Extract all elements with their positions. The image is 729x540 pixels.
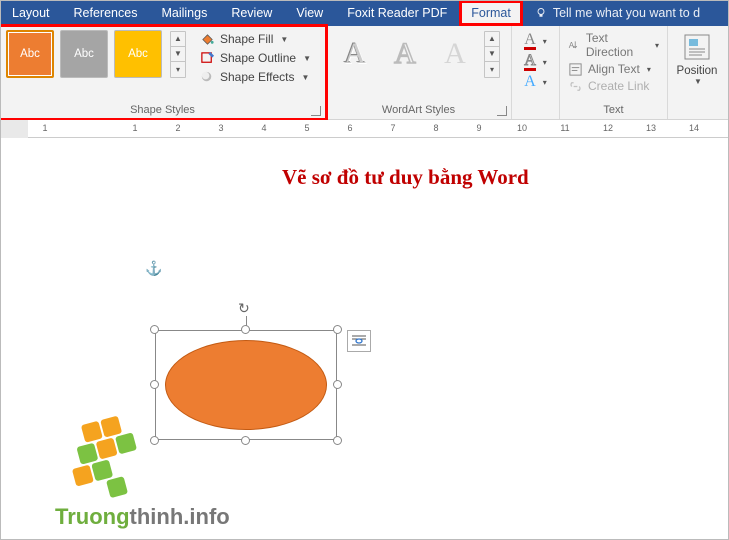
tab-view[interactable]: View	[284, 0, 335, 26]
align-text-icon	[568, 62, 583, 76]
pencil-outline-icon	[200, 51, 215, 65]
resize-handle[interactable]	[333, 436, 342, 445]
lightbulb-icon	[535, 7, 547, 19]
gallery-up-icon[interactable]: ▲	[171, 32, 185, 47]
shape-effects-button[interactable]: Shape Effects▼	[196, 68, 315, 86]
position-icon	[682, 32, 712, 65]
rotate-handle-icon[interactable]: ↻	[238, 300, 254, 316]
text-fill-button[interactable]: A▾	[523, 32, 548, 51]
resize-handle[interactable]	[150, 325, 159, 334]
gallery-down-icon[interactable]: ▼	[171, 47, 185, 62]
align-text-button[interactable]: Align Text▾	[566, 61, 661, 77]
wordart-swatch-3[interactable]: A	[432, 30, 478, 78]
shape-style-swatch-2[interactable]: Abc	[60, 30, 108, 78]
ribbon-tabs: Layout References Mailings Review View F…	[0, 0, 729, 26]
gallery-more-icon[interactable]: ▾	[485, 62, 499, 77]
resize-handle[interactable]	[241, 325, 250, 334]
layout-options-button[interactable]	[347, 330, 371, 352]
gallery-scroll: ▲ ▼ ▾	[170, 31, 186, 78]
page-title[interactable]: Vẽ sơ đồ tư duy bằng Word	[282, 165, 529, 190]
wordart-swatch-1[interactable]: A	[332, 30, 378, 78]
resize-handle[interactable]	[150, 380, 159, 389]
svg-text:A: A	[569, 40, 575, 49]
text-outline-button[interactable]: A▾	[523, 53, 548, 72]
group-arrange: Position▼	[668, 26, 726, 119]
text-outline-icon: A	[524, 54, 536, 71]
shape-style-gallery[interactable]: Abc Abc Abc ▲ ▼ ▾	[6, 30, 186, 78]
tab-layout[interactable]: Layout	[0, 0, 62, 26]
shape-style-swatch-3[interactable]: Abc	[114, 30, 162, 78]
text-direction-button[interactable]: AText Direction▾	[566, 30, 661, 60]
text-direction-icon: A	[568, 38, 581, 52]
dropdown-icon: ▼	[280, 35, 288, 44]
group-label-wordart: WordArt Styles	[326, 102, 511, 119]
group-shape-styles: Abc Abc Abc ▲ ▼ ▾ Shape Fill▼ Shape Outl…	[0, 26, 326, 119]
dropdown-icon: ▼	[302, 73, 310, 82]
tab-mailings[interactable]: Mailings	[149, 0, 219, 26]
tab-foxit[interactable]: Foxit Reader PDF	[335, 0, 459, 26]
group-text: AText Direction▾ Align Text▾ Create Link…	[560, 26, 668, 119]
tell-me-label: Tell me what you want to d	[553, 6, 700, 20]
gallery-scroll: ▲ ▼ ▾	[484, 31, 500, 78]
effects-icon	[200, 70, 215, 84]
text-fill-icon: A	[524, 33, 536, 50]
paint-bucket-icon	[200, 32, 215, 46]
tab-review[interactable]: Review	[219, 0, 284, 26]
position-button[interactable]: Position▼	[670, 28, 724, 86]
shape-outline-button[interactable]: Shape Outline▼	[196, 49, 315, 67]
dialog-launcher-icon[interactable]	[311, 106, 321, 116]
dropdown-icon: ▼	[303, 54, 311, 63]
resize-handle[interactable]	[241, 436, 250, 445]
shape-fill-button[interactable]: Shape Fill▼	[196, 30, 315, 48]
gallery-up-icon[interactable]: ▲	[485, 32, 499, 47]
resize-handle[interactable]	[333, 325, 342, 334]
group-label-text: Text	[560, 102, 667, 119]
wordart-gallery[interactable]: A A A ▲ ▼ ▾	[332, 30, 500, 78]
group-wordart-fx: A▾ A▾ A▾	[512, 26, 560, 119]
resize-handle[interactable]	[333, 380, 342, 389]
shape-style-swatch-1[interactable]: Abc	[6, 30, 54, 78]
anchor-icon[interactable]: ⚓	[145, 260, 162, 277]
gallery-more-icon[interactable]: ▾	[171, 62, 185, 77]
group-label-shape-styles: Shape Styles	[0, 102, 325, 119]
group-wordart-styles: A A A ▲ ▼ ▾ WordArt Styles	[326, 26, 512, 119]
tab-format[interactable]: Format	[459, 0, 523, 26]
tell-me-search[interactable]: Tell me what you want to d	[523, 0, 712, 26]
dialog-launcher-icon[interactable]	[497, 106, 507, 116]
horizontal-ruler[interactable]: 1 1 2 3 4 5 6 7 8 9 10 11 12 13 14	[0, 120, 729, 138]
wordart-swatch-2[interactable]: A	[382, 30, 428, 78]
ribbon: Abc Abc Abc ▲ ▼ ▾ Shape Fill▼ Shape Outl…	[0, 26, 729, 120]
link-icon	[568, 79, 583, 93]
text-effects-icon: A	[524, 75, 536, 89]
watermark-text: Truongthinh.info	[55, 504, 230, 530]
text-effects-button[interactable]: A▾	[523, 74, 548, 90]
create-link-button: Create Link	[566, 78, 661, 94]
gallery-down-icon[interactable]: ▼	[485, 47, 499, 62]
watermark-logo-icon	[60, 405, 190, 510]
tab-references[interactable]: References	[62, 0, 150, 26]
layout-options-icon	[350, 333, 368, 349]
